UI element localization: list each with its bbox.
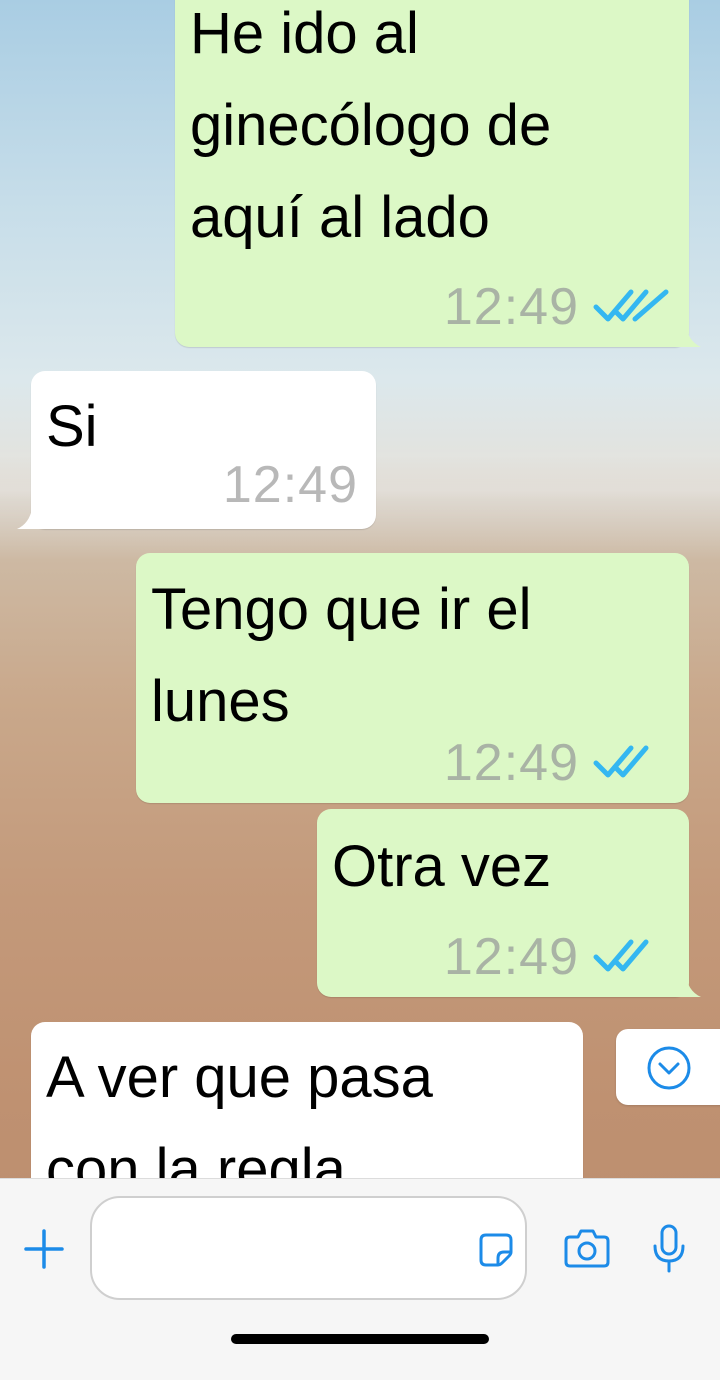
- message-bubble-outgoing[interactable]: He ido al ginecólogo de aquí al lado 12:…: [175, 0, 701, 347]
- message-text: A ver que pasa con la regla: [46, 1045, 433, 1178]
- message-bubble-outgoing[interactable]: Otra vez 12:49: [317, 809, 701, 997]
- message-meta: 12:49: [444, 733, 671, 793]
- double-check-icon: [593, 939, 649, 972]
- double-check-icon: [593, 745, 649, 778]
- message-time: 12:49: [222, 456, 358, 514]
- message-composer: [0, 1178, 720, 1380]
- bubble-tail: [673, 321, 701, 347]
- message-bubble-incoming[interactable]: A ver que pasa con la regla: [31, 1022, 583, 1178]
- message-list[interactable]: He ido al ginecólogo de aquí al lado 12:…: [0, 0, 720, 1178]
- message-input[interactable]: [114, 1218, 478, 1280]
- message-bubble-incoming[interactable]: Si 12:49: [17, 371, 376, 529]
- home-indicator: [231, 1334, 489, 1344]
- chevron-down-icon: [647, 1046, 691, 1090]
- bubble-tail: [17, 503, 45, 529]
- camera-icon: [564, 1229, 610, 1268]
- message-text: Si: [46, 394, 98, 459]
- double-check-icon: [593, 289, 669, 322]
- message-text: Tengo que ir el lunes: [151, 577, 532, 734]
- sticker-button[interactable]: [478, 1232, 514, 1268]
- bubble-tail: [673, 971, 701, 997]
- message-text: He ido al ginecólogo de aquí al lado: [190, 1, 552, 250]
- message-meta: 12:49: [444, 927, 671, 987]
- message-meta: 12:49: [223, 455, 358, 515]
- message-bubble-outgoing[interactable]: Tengo que ir el lunes 12:49: [136, 553, 689, 803]
- message-time: 12:49: [443, 278, 579, 336]
- message-time: 12:49: [443, 734, 579, 792]
- sticker-icon: [479, 1233, 513, 1267]
- microphone-icon: [653, 1224, 685, 1273]
- message-meta: 12:49: [444, 277, 671, 337]
- message-input-field[interactable]: [90, 1196, 527, 1300]
- plus-icon: [24, 1229, 64, 1269]
- camera-button[interactable]: [564, 1228, 610, 1268]
- attach-button[interactable]: [22, 1227, 66, 1271]
- scroll-to-bottom-button[interactable]: [616, 1029, 720, 1105]
- message-time: 12:49: [443, 928, 579, 986]
- message-text: Otra vez: [332, 834, 552, 899]
- voice-message-button[interactable]: [652, 1224, 686, 1274]
